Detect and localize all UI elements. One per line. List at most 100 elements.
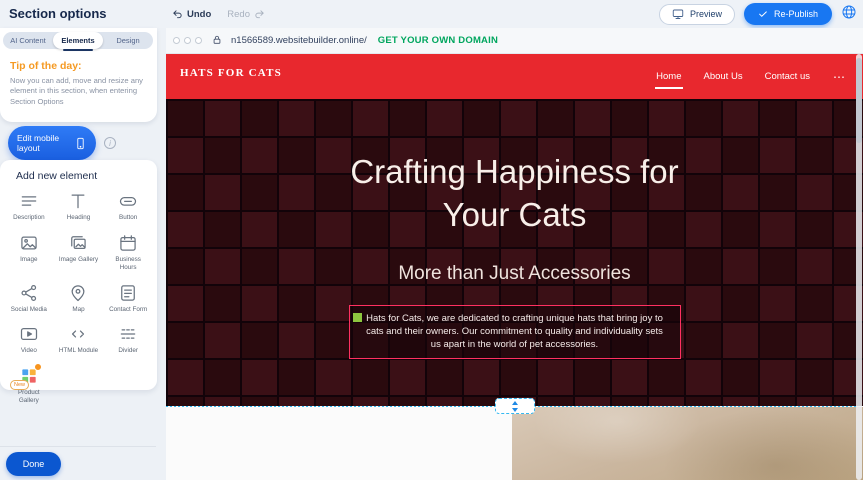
resize-arrows-icon	[511, 401, 519, 412]
add-element-title: Add new element	[16, 170, 153, 182]
page-title: Section options	[9, 6, 107, 21]
contact-form-icon	[118, 283, 138, 303]
top-actions: Preview Re-Publish	[659, 0, 857, 28]
tip-body: Now you can add, move and resize any ele…	[10, 76, 148, 107]
sidebar-divider	[0, 446, 156, 447]
tip-title: Tip of the day:	[10, 60, 148, 72]
window-dot-icon	[173, 37, 180, 44]
site-nav: Home About Us Contact us ⋯	[655, 54, 847, 99]
site-url: n1566589.websitebuilder.online/	[231, 35, 367, 46]
hero-body-text: Hats for Cats, we are dedicated to craft…	[366, 313, 663, 351]
hero-title[interactable]: Crafting Happiness for Your Cats	[315, 151, 715, 237]
next-section[interactable]	[166, 407, 863, 480]
section-resize-handle[interactable]	[495, 398, 535, 414]
tab-label: Design	[116, 36, 139, 45]
monitor-icon	[672, 8, 684, 20]
redo-button[interactable]: Redo	[227, 9, 265, 20]
element-label: Description	[13, 214, 45, 222]
site-logo[interactable]: HATS FOR CATS	[180, 67, 282, 79]
add-element-product-gallery[interactable]: New Product Gallery	[4, 366, 54, 405]
element-label: Social Media	[11, 306, 47, 314]
preview-pane: n1566589.websitebuilder.online/ GET YOUR…	[166, 28, 863, 480]
heading-icon	[68, 191, 88, 211]
element-label: Image Gallery	[59, 256, 98, 264]
check-icon	[758, 9, 768, 19]
undo-button[interactable]: Undo	[172, 9, 211, 20]
add-element-video[interactable]: Video	[4, 324, 54, 355]
element-label: Divider	[118, 347, 138, 355]
add-element-business-hours[interactable]: Business Hours	[103, 233, 153, 272]
scrollbar-thumb[interactable]	[856, 58, 862, 143]
republish-button[interactable]: Re-Publish	[744, 3, 832, 25]
nav-home[interactable]: Home	[655, 67, 682, 86]
lock-icon	[206, 32, 224, 50]
site-header[interactable]: HATS FOR CATS Home About Us Contact us ⋯	[166, 54, 863, 99]
edit-mobile-label: Edit mobile layout	[17, 133, 67, 153]
undo-icon	[172, 9, 183, 20]
add-element-heading[interactable]: Heading	[54, 191, 104, 222]
add-element-image-gallery[interactable]: Image Gallery	[54, 233, 104, 272]
map-icon	[68, 283, 88, 303]
element-label: Product Gallery	[8, 389, 50, 405]
get-own-domain-link[interactable]: GET YOUR OWN DOMAIN	[378, 35, 498, 46]
tab-elements[interactable]: Elements	[53, 32, 103, 49]
undo-label: Undo	[187, 9, 211, 20]
drag-handle[interactable]	[353, 313, 362, 322]
new-badge: New	[10, 380, 29, 390]
add-element-map[interactable]: Map	[54, 283, 104, 314]
site-canvas: HATS FOR CATS Home About Us Contact us ⋯…	[166, 54, 863, 480]
preview-scrollbar	[856, 54, 862, 480]
add-element-divider[interactable]: Divider	[103, 324, 153, 355]
preview-label: Preview	[690, 9, 722, 19]
edit-mobile-row: Edit mobile layout i	[8, 126, 116, 160]
add-element-panel: Add new element Description Heading Butt…	[0, 160, 157, 390]
tab-label: AI Content	[10, 36, 45, 45]
element-label: Heading	[67, 214, 90, 222]
language-globe-button[interactable]	[841, 4, 857, 25]
history-controls: Undo Redo	[172, 0, 265, 28]
tab-ai-content[interactable]: AI Content	[3, 32, 53, 49]
redo-label: Redo	[227, 9, 250, 20]
divider-icon	[118, 324, 138, 344]
element-label: Business Hours	[107, 256, 149, 272]
redo-icon	[254, 9, 265, 20]
republish-label: Re-Publish	[774, 9, 818, 19]
add-element-image[interactable]: Image	[4, 233, 54, 272]
element-grid: Description Heading Button Image Image G…	[4, 191, 153, 405]
globe-icon	[841, 4, 857, 20]
add-element-description[interactable]: Description	[4, 191, 54, 222]
tab-label: Elements	[61, 36, 94, 45]
business-hours-icon	[118, 233, 138, 253]
sidebar-top-panel: AI Content Elements Design Tip of the da…	[0, 28, 157, 122]
element-label: HTML Module	[59, 347, 98, 355]
add-element-contact-form[interactable]: Contact Form	[103, 283, 153, 314]
tab-design[interactable]: Design	[103, 32, 153, 49]
image-gallery-icon	[68, 233, 88, 253]
window-dot-icon	[195, 37, 202, 44]
image-icon	[19, 233, 39, 253]
hero-section[interactable]: Crafting Happiness for Your Cats More th…	[166, 99, 863, 406]
nav-contact-us[interactable]: Contact us	[764, 67, 811, 86]
html-module-icon	[68, 324, 88, 344]
element-label: Button	[119, 214, 137, 222]
next-section-image[interactable]	[512, 407, 863, 480]
preview-button[interactable]: Preview	[659, 4, 735, 25]
add-element-social-media[interactable]: Social Media	[4, 283, 54, 314]
description-icon	[19, 191, 39, 211]
sidebar: AI Content Elements Design Tip of the da…	[0, 28, 166, 480]
button-icon	[118, 191, 138, 211]
window-dot-icon	[184, 37, 191, 44]
nav-about-us[interactable]: About Us	[703, 67, 744, 86]
add-element-button[interactable]: Button	[103, 191, 153, 222]
video-icon	[19, 324, 39, 344]
new-badge-dot	[34, 363, 42, 371]
sidebar-tabs: AI Content Elements Design	[3, 32, 153, 49]
edit-mobile-layout-button[interactable]: Edit mobile layout	[8, 126, 96, 160]
info-icon[interactable]: i	[104, 137, 116, 149]
hero-subtitle[interactable]: More than Just Accessories	[166, 263, 863, 285]
done-button[interactable]: Done	[6, 452, 61, 476]
add-element-html-module[interactable]: HTML Module	[54, 324, 104, 355]
browser-bar: n1566589.websitebuilder.online/ GET YOUR…	[166, 28, 863, 54]
hero-text-selected[interactable]: Hats for Cats, we are dedicated to craft…	[349, 305, 681, 359]
nav-more-button[interactable]: ⋯	[831, 70, 847, 84]
